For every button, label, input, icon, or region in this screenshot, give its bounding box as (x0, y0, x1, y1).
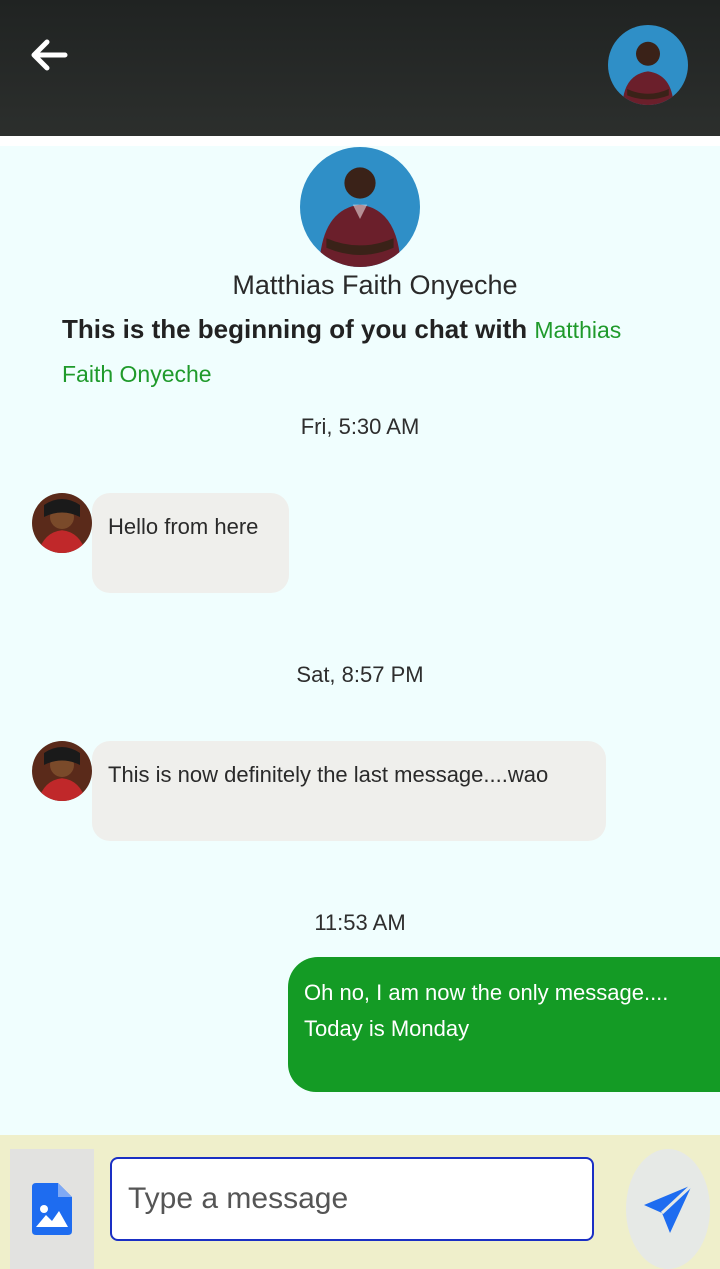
message-bubble-incoming[interactable]: This is now definitely the last message.… (92, 741, 606, 841)
send-button[interactable] (626, 1149, 710, 1269)
attach-image-button[interactable] (10, 1149, 94, 1269)
message-text: Oh no, I am now the only message.... Tod… (304, 980, 669, 1041)
message-timestamp: Sat, 8:57 PM (296, 662, 424, 687)
chat-intro: This is the beginning of you chat with M… (62, 308, 672, 396)
message-composer (0, 1135, 720, 1269)
message-timestamp: Fri, 5:30 AM (300, 414, 420, 439)
message-text: Hello from here (108, 514, 259, 539)
chat-intro-lead: This is the beginning of you chat with (62, 314, 528, 344)
message-input[interactable] (110, 1157, 594, 1241)
message-timestamp: 11:53 AM (314, 910, 406, 935)
top-bar (0, 0, 720, 136)
arrow-left-icon (31, 39, 68, 71)
message-bubble-incoming[interactable]: Hello from here (92, 493, 289, 593)
profile-avatar (300, 147, 420, 267)
contact-avatar[interactable] (608, 25, 688, 105)
message-bubble-outgoing[interactable]: Oh no, I am now the only message.... Tod… (288, 957, 720, 1092)
message-text: This is now definitely the last message.… (108, 762, 549, 787)
header-divider (0, 136, 720, 146)
image-file-icon (32, 1183, 72, 1235)
sender-avatar (32, 493, 92, 553)
back-button[interactable] (24, 32, 74, 78)
profile-name: Matthias Faith Onyeche (232, 270, 518, 300)
send-icon (644, 1183, 694, 1233)
sender-avatar (32, 741, 92, 801)
